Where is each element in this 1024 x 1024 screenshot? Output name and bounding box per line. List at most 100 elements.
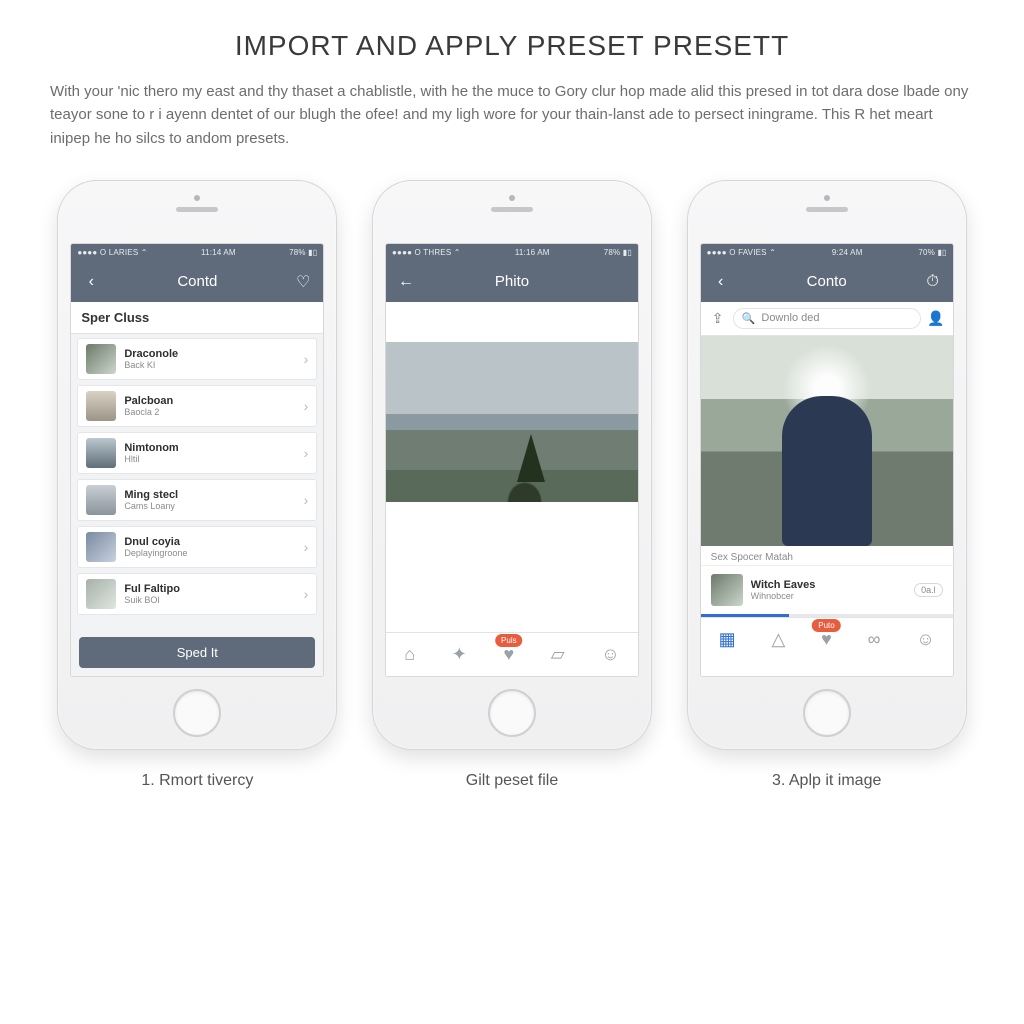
status-right: 78% ▮▯ bbox=[289, 248, 317, 257]
item-title: Dnul coyia bbox=[124, 536, 295, 548]
tab-edit-icon[interactable]: ✦ bbox=[452, 644, 467, 665]
item-subtitle: Deplayingroone bbox=[124, 548, 295, 558]
phone-3: ●●●● O FAVIES ⌃ 9:24 AM 70% ▮▯ ‹ Conto ⏱… bbox=[687, 180, 967, 750]
item-subtitle: Baocla 2 bbox=[124, 407, 295, 417]
list-item[interactable]: Palcboan Baocla 2 › bbox=[77, 385, 317, 427]
nav-title: Phito bbox=[416, 273, 608, 290]
tab-profile-icon[interactable]: ☺ bbox=[601, 644, 619, 665]
nav-bar: ‹ Conto ⏱ bbox=[701, 262, 953, 302]
chevron-right-icon: › bbox=[304, 586, 309, 602]
back-icon[interactable]: ‹ bbox=[81, 273, 101, 291]
status-time: 11:16 AM bbox=[515, 248, 550, 257]
item-title: Ful Faltipo bbox=[124, 583, 295, 595]
timer-icon[interactable]: ⏱ bbox=[923, 273, 943, 291]
chevron-right-icon: › bbox=[304, 492, 309, 508]
search-placeholder: Downlo ded bbox=[761, 312, 819, 324]
home-button[interactable] bbox=[488, 689, 536, 737]
result-card[interactable]: Witch Eaves Wihnobcer 0a.l bbox=[701, 565, 953, 614]
back-icon[interactable]: ‹ bbox=[711, 273, 731, 291]
favorite-icon[interactable]: ♡ bbox=[293, 272, 313, 292]
item-subtitle: Suik BOl bbox=[124, 595, 295, 605]
list-item[interactable]: Nimtonom Hltil › bbox=[77, 432, 317, 474]
camera-dot bbox=[509, 195, 515, 201]
card-title: Witch Eaves bbox=[751, 579, 906, 591]
search-input[interactable]: 🔍 Downlo ded bbox=[733, 308, 921, 329]
thumbnail-icon bbox=[86, 532, 116, 562]
status-bar: ●●●● O LARIES ⌃ 11:14 AM 78% ▮▯ bbox=[71, 244, 323, 262]
tab-library-icon[interactable]: ▱ bbox=[551, 644, 565, 665]
list-item[interactable]: Ful Faltipo Suik BOl › bbox=[77, 573, 317, 615]
tab-bar: ⌂ ✦ Puls ♥ ▱ ☺ bbox=[386, 632, 638, 676]
phone-2: ●●●● O THRES ⌃ 11:16 AM 78% ▮▯ ← Phito bbox=[372, 180, 652, 750]
speaker-slot bbox=[176, 207, 218, 212]
search-bar: ⇪ 🔍 Downlo ded 👤 bbox=[701, 302, 953, 336]
tab-edit-icon[interactable]: △ bbox=[771, 629, 785, 650]
chevron-right-icon: › bbox=[304, 398, 309, 414]
item-title: Palcboan bbox=[124, 395, 295, 407]
status-time: 9:24 AM bbox=[832, 248, 863, 257]
chevron-right-icon: › bbox=[304, 539, 309, 555]
user-icon[interactable]: 👤 bbox=[927, 310, 945, 327]
tab-bar: ▦ △ Puto ♥ ∞ ☺ bbox=[701, 617, 953, 661]
status-left: ●●●● O THRES ⌃ bbox=[392, 248, 461, 257]
item-subtitle: Back KI bbox=[124, 360, 295, 370]
item-title: Draconole bbox=[124, 348, 295, 360]
intro-paragraph: With your 'nic thero my east and thy tha… bbox=[50, 80, 974, 150]
phone-1: ●●●● O LARIES ⌃ 11:14 AM 78% ▮▯ ‹ Contd … bbox=[57, 180, 337, 750]
preview-image[interactable] bbox=[386, 342, 638, 502]
tab-favorite-icon[interactable]: Puto ♥ bbox=[821, 629, 832, 650]
speaker-slot bbox=[806, 207, 848, 212]
thumbnail-icon bbox=[86, 579, 116, 609]
step-caption: Gilt peset file bbox=[466, 772, 558, 790]
thumbnail-icon bbox=[86, 438, 116, 468]
nav-title: Contd bbox=[101, 273, 293, 290]
item-title: Nimtonom bbox=[124, 442, 295, 454]
status-left: ●●●● O FAVIES ⌃ bbox=[707, 248, 776, 257]
search-icon: 🔍 bbox=[742, 312, 756, 325]
thumbnail-icon bbox=[711, 574, 743, 606]
tab-loop-icon[interactable]: ∞ bbox=[868, 629, 881, 650]
status-bar: ●●●● O FAVIES ⌃ 9:24 AM 70% ▮▯ bbox=[701, 244, 953, 262]
tab-favorite-icon[interactable]: Puls ♥ bbox=[503, 644, 514, 665]
thumbnail-icon bbox=[86, 391, 116, 421]
item-title: Ming stecl bbox=[124, 489, 295, 501]
status-left: ●●●● O LARIES ⌃ bbox=[77, 248, 147, 257]
speaker-slot bbox=[491, 207, 533, 212]
card-subtitle: Wihnobcer bbox=[751, 591, 906, 601]
tab-badge: Puls bbox=[495, 634, 523, 647]
list-item[interactable]: Ming stecl Cams Loany › bbox=[77, 479, 317, 521]
thumbnail-icon bbox=[86, 344, 116, 374]
list-item[interactable]: Dnul coyia Deplayingroone › bbox=[77, 526, 317, 568]
tab-profile-icon[interactable]: ☺ bbox=[916, 629, 934, 650]
camera-dot bbox=[194, 195, 200, 201]
tab-home-icon[interactable]: ⌂ bbox=[404, 644, 415, 665]
item-subtitle: Cams Loany bbox=[124, 501, 295, 511]
step-caption: 3. Aplp it image bbox=[772, 772, 881, 790]
primary-action-button[interactable]: Sped It bbox=[79, 637, 315, 668]
result-image[interactable] bbox=[701, 336, 953, 546]
nav-bar: ‹ Contd ♡ bbox=[71, 262, 323, 302]
nav-title: Conto bbox=[731, 273, 923, 290]
tab-badge: Puto bbox=[812, 619, 840, 632]
page-title: IMPORT AND APPLY PRESET PRESETT bbox=[50, 30, 974, 62]
status-bar: ●●●● O THRES ⌃ 11:16 AM 78% ▮▯ bbox=[386, 244, 638, 262]
section-header: Sper Cluss bbox=[71, 302, 323, 334]
item-subtitle: Hltil bbox=[124, 454, 295, 464]
nav-bar: ← Phito bbox=[386, 262, 638, 302]
chevron-right-icon: › bbox=[304, 445, 309, 461]
upload-icon[interactable]: ⇪ bbox=[709, 310, 727, 327]
status-time: 11:14 AM bbox=[201, 248, 236, 257]
result-subtext: Sex Spocer Matah bbox=[701, 546, 953, 565]
camera-dot bbox=[824, 195, 830, 201]
home-button[interactable] bbox=[803, 689, 851, 737]
home-button[interactable] bbox=[173, 689, 221, 737]
status-right: 70% ▮▯ bbox=[918, 248, 946, 257]
phones-row: ●●●● O LARIES ⌃ 11:14 AM 78% ▮▯ ‹ Contd … bbox=[50, 180, 974, 790]
list-item[interactable]: Draconole Back KI › bbox=[77, 338, 317, 380]
preset-list: Draconole Back KI › Palcboan Baocla 2 bbox=[71, 334, 323, 633]
step-caption: 1. Rmort tivercy bbox=[141, 772, 253, 790]
chevron-right-icon: › bbox=[304, 351, 309, 367]
back-icon[interactable]: ← bbox=[396, 273, 416, 291]
thumbnail-icon bbox=[86, 485, 116, 515]
tab-home-icon[interactable]: ▦ bbox=[719, 629, 736, 650]
